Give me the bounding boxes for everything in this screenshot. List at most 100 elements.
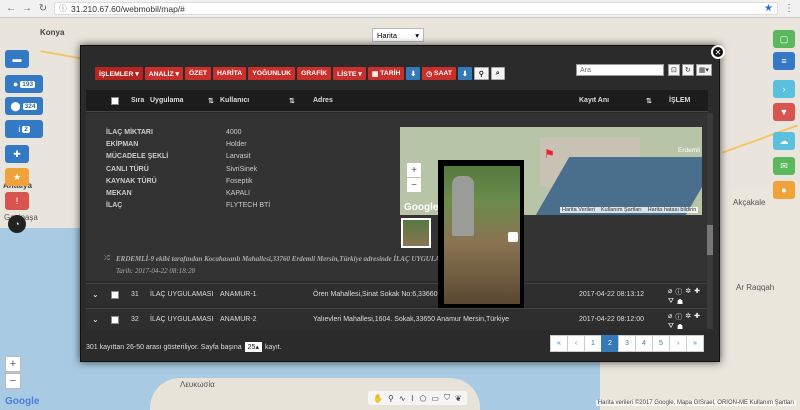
tag-icon[interactable]: ⛉ [444, 393, 450, 403]
table-scrollbar[interactable] [707, 113, 713, 329]
plus-icon[interactable]: ✚ [694, 312, 700, 322]
analiz-button[interactable]: ANALİZ ▾ [144, 67, 183, 80]
weather-button[interactable]: ☁ [773, 132, 795, 150]
attach-icon[interactable]: ⌀ [668, 312, 672, 322]
islemler-button[interactable]: İŞLEMLER ▾ [95, 67, 143, 80]
star-button[interactable]: ★ [5, 168, 29, 186]
hand-icon[interactable]: ✋ [373, 394, 383, 403]
info-button[interactable]: i2 [5, 120, 43, 138]
map-zoom-in[interactable]: + [407, 163, 421, 177]
filter-button[interactable]: ▼ [773, 103, 795, 121]
arrow-button[interactable]: › [773, 80, 795, 98]
road-icon[interactable]: ⛛ [668, 298, 674, 306]
page-5[interactable]: 5 [652, 335, 670, 352]
zoom-out-button[interactable]: − [5, 373, 21, 389]
map-terms-link[interactable]: Kullanım Şartları [750, 400, 794, 406]
chart-icon[interactable]: ⌇ [411, 394, 415, 403]
message-button[interactable]: ✉ [773, 157, 795, 175]
line-icon[interactable]: ∿ [399, 394, 406, 403]
page-first[interactable]: « [550, 335, 568, 352]
scrollbar-thumb[interactable] [707, 225, 713, 255]
leaf-icon[interactable]: ❦ [455, 394, 462, 403]
reload-icon[interactable]: ↻ [38, 3, 48, 14]
sync-icon[interactable]: ↻ [681, 64, 694, 76]
gear-icon[interactable]: ✲ [685, 287, 691, 297]
col-kayit[interactable]: Kayıt Anı [579, 97, 609, 104]
back-icon[interactable]: ← [6, 3, 16, 14]
user-icon[interactable]: ☗ [677, 298, 683, 306]
columns-icon[interactable]: ▦▾ [695, 64, 712, 76]
select-all-checkbox[interactable] [111, 96, 119, 105]
bookmark-star-icon[interactable]: ★ [764, 3, 773, 14]
address-bar[interactable]: ⓘ 31.210.67.60/webmobil/map/# ★ [54, 2, 778, 15]
grafik-button[interactable]: GRAFİK [297, 67, 332, 80]
map-zoom-out[interactable]: − [407, 178, 421, 192]
map-terms-link[interactable]: Kullanım Şartları [601, 207, 642, 213]
bus-button[interactable]: ▬ [5, 50, 29, 68]
page-prev[interactable]: ‹ [567, 335, 585, 352]
col-sira[interactable]: Sıra [131, 97, 144, 104]
road-icon[interactable]: ⛛ [668, 323, 674, 331]
map-marker-icon: ⚲ [478, 70, 484, 78]
harita-button[interactable]: HARİTA [213, 67, 247, 80]
refresh-icon[interactable]: ⊡ [668, 64, 680, 76]
profile-button[interactable]: ● [773, 181, 795, 199]
gauge-button[interactable]: ◔ [8, 215, 26, 233]
page-4[interactable]: 4 [635, 335, 653, 352]
user-icon[interactable]: ☗ [677, 323, 683, 331]
alert-button[interactable]: ! [5, 192, 29, 210]
page-1[interactable]: 1 [584, 335, 602, 352]
users-button[interactable]: ● 193 [5, 75, 43, 93]
page-last[interactable]: » [686, 335, 704, 352]
crosshair-button[interactable]: ✚ [5, 145, 29, 163]
photo-thumbnail[interactable] [401, 218, 431, 248]
sort-icon[interactable]: ⇅ [289, 97, 295, 105]
square-icon[interactable]: ▭ [431, 394, 439, 403]
map-data-link[interactable]: Harita Verileri [562, 207, 595, 213]
table-row[interactable]: ⌄ 32 İLAÇ UYGULAMASI ANAMUR-2 Yalıevleri… [86, 308, 708, 331]
expand-icon[interactable]: ⌄ [92, 315, 99, 324]
row-checkbox[interactable] [111, 316, 119, 324]
page-2[interactable]: 2 [601, 335, 619, 352]
row-checkbox[interactable] [111, 291, 119, 299]
photo-gallery-icon[interactable] [508, 232, 518, 242]
map-report-link[interactable]: Harita hatası bildirin [648, 207, 697, 213]
gear-icon[interactable]: ✲ [685, 312, 691, 322]
pin-icon[interactable]: ⚲ [388, 394, 394, 403]
page-3[interactable]: 3 [618, 335, 636, 352]
forward-icon[interactable]: → [22, 3, 32, 14]
col-uygulama[interactable]: Uygulama [150, 97, 183, 104]
map-type-select[interactable]: Harita ▾ [372, 28, 424, 42]
right-menu-button[interactable]: ▢ [773, 30, 795, 48]
tarih-button[interactable]: ▦ TARİH [367, 67, 405, 80]
saat-button[interactable]: ◷ SAAT [422, 67, 457, 80]
browser-menu-icon[interactable]: ⋮ [784, 3, 794, 14]
sort-time-button[interactable]: ⬇ [458, 67, 472, 80]
plus-icon[interactable]: ✚ [694, 287, 700, 297]
attach-icon[interactable]: ⌀ [668, 287, 672, 297]
col-adres[interactable]: Adres [313, 97, 333, 104]
detail-row: EKİPMAN Holder [106, 141, 247, 148]
close-icon[interactable]: ✕ [711, 45, 725, 59]
cell-adres: Ören Mahallesi,Sinat Sokak No:6,33660 An [313, 291, 448, 298]
markers-button[interactable]: ⬤ 324 [5, 97, 43, 115]
table-row[interactable]: ⌄ 31 İLAÇ UYGULAMASI ANAMUR-1 Ören Mahal… [86, 283, 708, 306]
zoom-in-button[interactable]: + [5, 356, 21, 372]
yogunluk-button[interactable]: YOĞUNLUK [248, 67, 296, 80]
page-next[interactable]: › [669, 335, 687, 352]
sort-icon[interactable]: ⇅ [646, 97, 652, 105]
liste-button[interactable]: LİSTE ▾ [333, 67, 366, 80]
col-kullanici[interactable]: Kullanıcı [220, 97, 249, 104]
ozet-button[interactable]: ÖZET [184, 67, 212, 80]
list-button[interactable]: ≡ [773, 52, 795, 70]
sort-date-button[interactable]: ⬇ [406, 67, 421, 80]
location-button[interactable]: ⚲ [473, 67, 489, 80]
page-size-select[interactable]: 25▴ [244, 342, 262, 352]
search-input[interactable] [576, 64, 664, 76]
info-icon[interactable]: ⓘ [675, 312, 682, 322]
info-icon[interactable]: ⓘ [675, 287, 682, 297]
sort-icon[interactable]: ⇅ [208, 97, 214, 105]
polygon-icon[interactable]: ⬠ [419, 394, 426, 403]
search-button[interactable]: ⌕ [490, 67, 505, 80]
expand-icon[interactable]: ⌄ [92, 290, 99, 299]
